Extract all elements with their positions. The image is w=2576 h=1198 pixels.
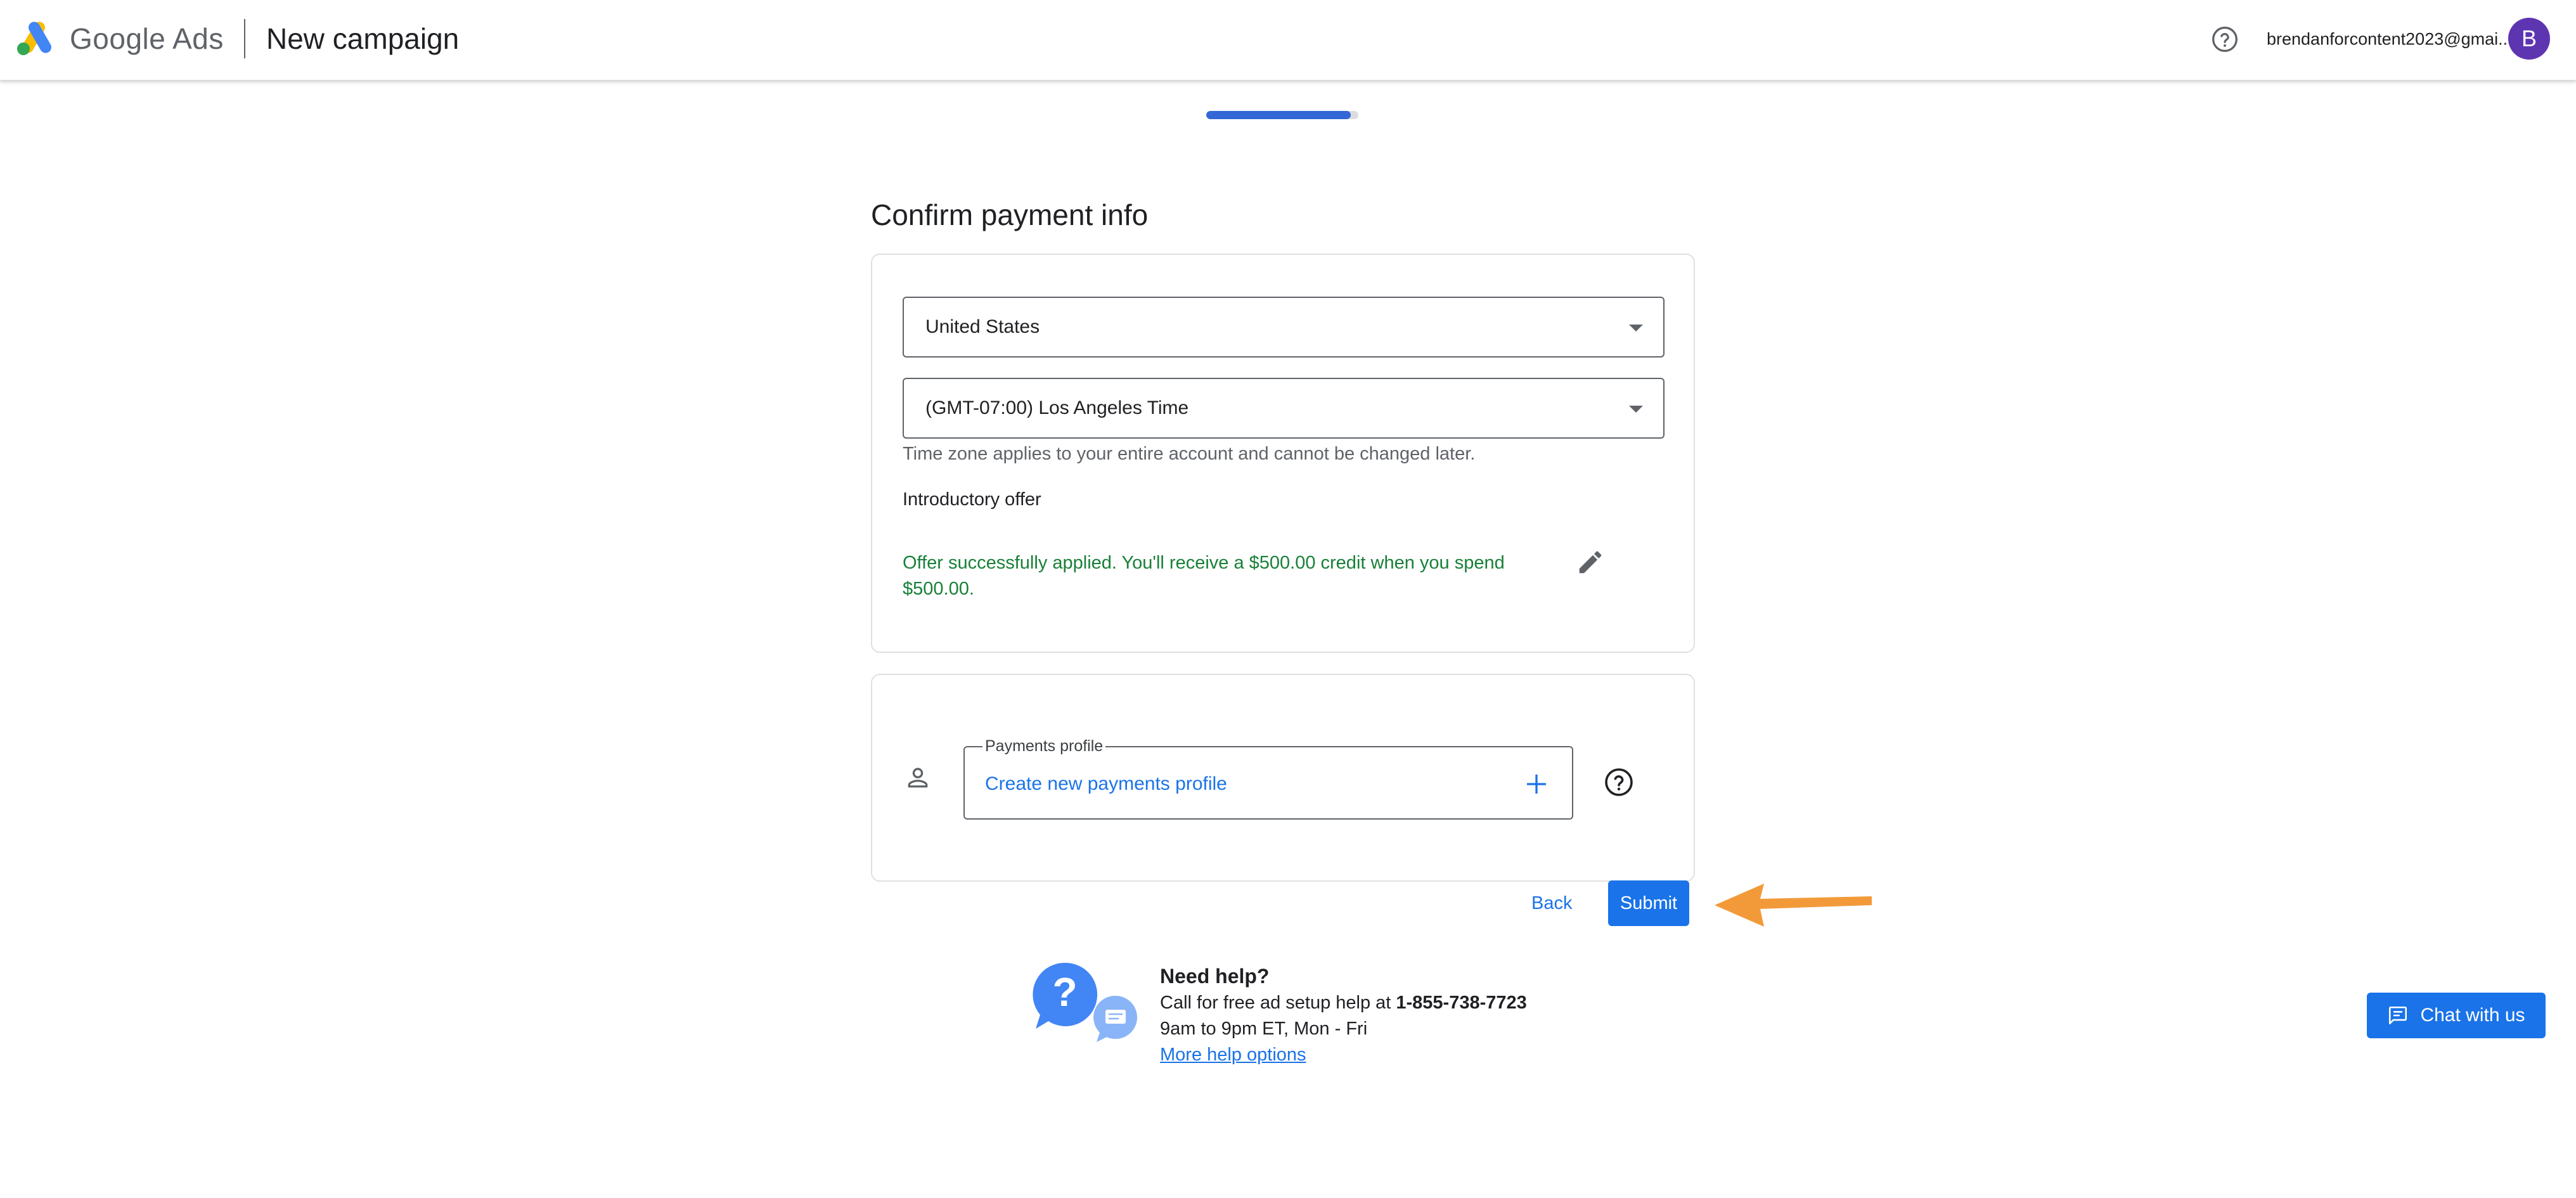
brand-ads: Ads bbox=[172, 22, 224, 55]
time-zone-hint: Time zone applies to your entire account… bbox=[903, 444, 1476, 464]
chat-with-us-button[interactable]: Chat with us bbox=[2367, 993, 2546, 1038]
help-phone: 1-855-738-7723 bbox=[1396, 993, 1527, 1013]
account-email[interactable]: brendanforcontent2023@gmai... bbox=[2267, 30, 2513, 49]
time-zone-select[interactable]: (GMT-07:00) Los Angeles Time bbox=[903, 378, 1665, 439]
google-ads-logo-icon[interactable] bbox=[15, 19, 58, 57]
page-header-title: New campaign bbox=[266, 22, 460, 55]
help-title: Need help? bbox=[1160, 965, 1270, 988]
person-icon bbox=[908, 768, 928, 788]
billing-settings-card: United States (GMT-07:00) Los Angeles Ti… bbox=[871, 254, 1695, 653]
help-circle-icon[interactable] bbox=[2211, 25, 2239, 53]
more-help-options-link[interactable]: More help options bbox=[1160, 1045, 1306, 1066]
country-select[interactable]: United States bbox=[903, 297, 1665, 357]
payments-profile-card: Payments profile Create new payments pro… bbox=[871, 674, 1695, 882]
intro-offer-label: Introductory offer bbox=[903, 489, 1041, 510]
header-divider bbox=[244, 19, 245, 58]
brand-google: Google bbox=[70, 22, 166, 55]
avatar[interactable]: B bbox=[2508, 18, 2550, 60]
progress-bar bbox=[1206, 111, 1358, 119]
submit-button[interactable]: Submit bbox=[1608, 880, 1689, 926]
plus-icon[interactable] bbox=[1524, 771, 1549, 797]
svg-text:?: ? bbox=[1052, 969, 1077, 1015]
help-illustration-icon: ? bbox=[1033, 962, 1138, 1042]
pencil-icon[interactable] bbox=[1576, 548, 1605, 577]
top-app-bar: Google Ads New campaign brendanforconten… bbox=[0, 0, 2576, 81]
help-call-text: Call for free ad setup help at 1-855-738… bbox=[1160, 993, 1527, 1014]
chat-bubble-icon bbox=[2389, 1006, 2407, 1025]
time-zone-select-value: (GMT-07:00) Los Angeles Time bbox=[925, 397, 1189, 418]
progress-bar-fill bbox=[1206, 111, 1351, 119]
intro-offer-status: Offer successfully applied. You'll recei… bbox=[903, 553, 1505, 599]
caret-down-icon bbox=[1629, 406, 1643, 413]
page-title: Confirm payment info bbox=[871, 198, 1149, 231]
back-button[interactable]: Back bbox=[1523, 881, 1581, 925]
country-select-value: United States bbox=[925, 316, 1040, 337]
annotation-arrow-icon bbox=[1715, 884, 1872, 927]
brand-name: Google Ads bbox=[70, 22, 224, 56]
help-hours: 9am to 9pm ET, Mon - Fri bbox=[1160, 1019, 1368, 1039]
caret-down-icon bbox=[1629, 325, 1643, 332]
chat-with-us-label: Chat with us bbox=[2420, 1005, 2525, 1026]
help-circle-icon[interactable] bbox=[1604, 767, 1634, 797]
payments-profile-label: Payments profile bbox=[982, 737, 1106, 756]
help-call-prefix: Call for free ad setup help at bbox=[1160, 993, 1396, 1013]
payments-profile-select[interactable]: Payments profile Create new payments pro… bbox=[963, 737, 1573, 820]
payments-profile-value[interactable]: Create new payments profile bbox=[985, 773, 1227, 795]
